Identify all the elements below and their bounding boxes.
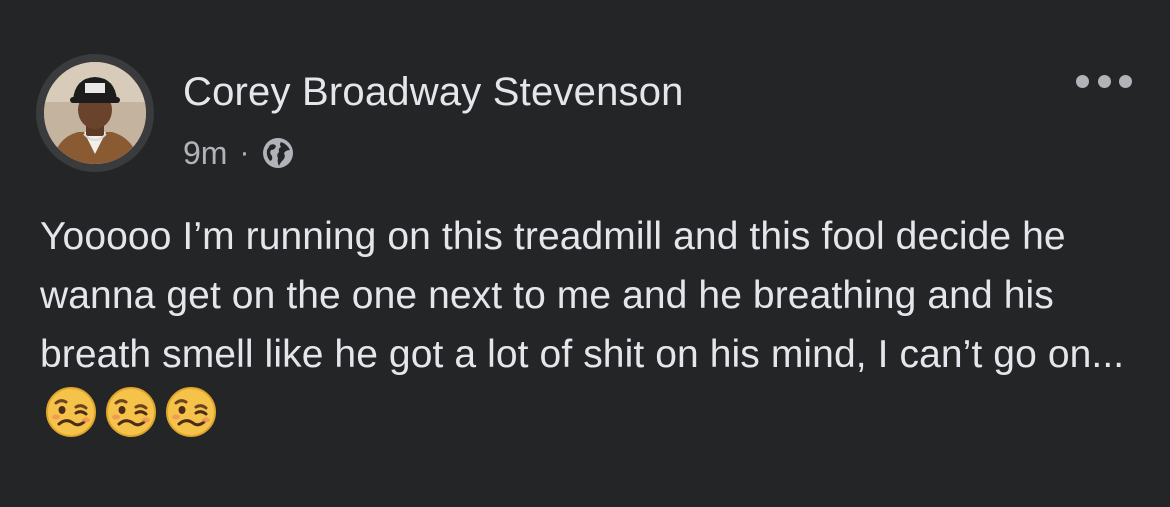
author-name[interactable]: Corey Broadway Stevenson bbox=[183, 70, 684, 115]
more-dot bbox=[1097, 74, 1111, 88]
woozy-face-icon bbox=[104, 385, 158, 439]
post-meta: 9m · bbox=[183, 134, 295, 172]
facebook-post: Corey Broadway Stevenson 9m · Yooooo I’m… bbox=[0, 0, 1170, 507]
meta-separator: · bbox=[239, 136, 250, 169]
post-text: Yooooo I’m running on this treadmill and… bbox=[40, 215, 1125, 376]
avatar[interactable] bbox=[36, 54, 154, 172]
globe-icon[interactable] bbox=[261, 136, 295, 170]
more-options-icon[interactable] bbox=[1076, 67, 1132, 95]
post-body: Yooooo I’m running on this treadmill and… bbox=[40, 207, 1150, 443]
emoji-group bbox=[44, 385, 224, 439]
more-dot bbox=[1119, 74, 1132, 88]
profile-photo bbox=[44, 62, 146, 164]
woozy-face-icon bbox=[164, 385, 218, 439]
woozy-face-icon bbox=[44, 385, 98, 439]
post-timestamp[interactable]: 9m bbox=[183, 135, 227, 172]
more-dot bbox=[1076, 74, 1089, 88]
